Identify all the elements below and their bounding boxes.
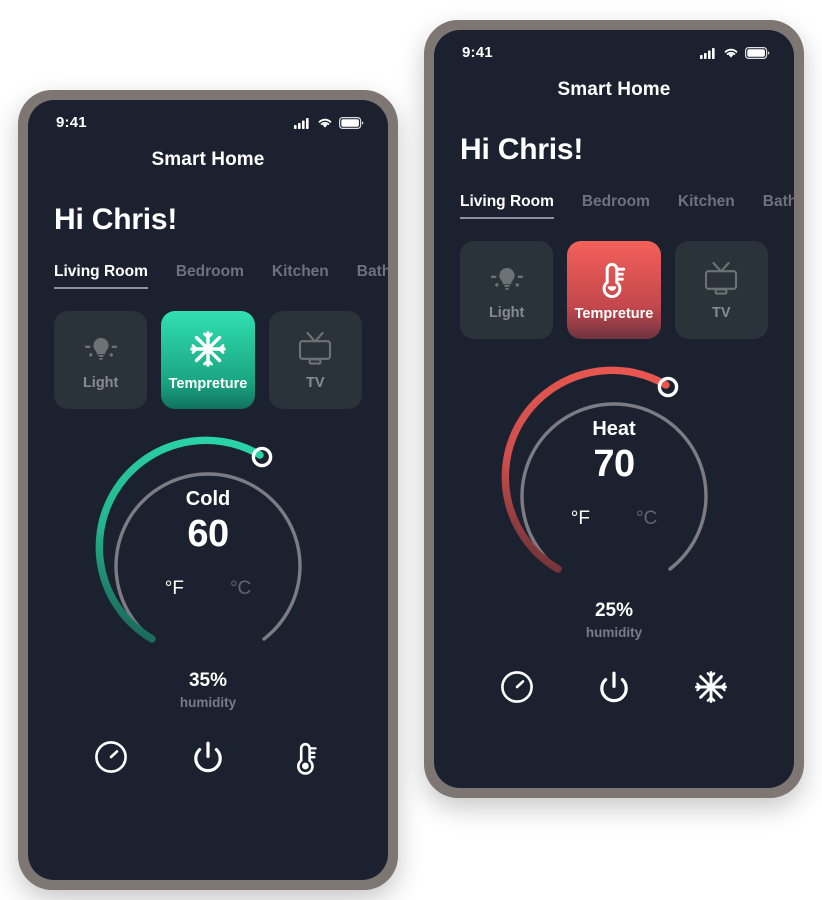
app-title: Smart Home bbox=[557, 79, 671, 100]
thermometer-icon bbox=[593, 258, 635, 300]
action-bar bbox=[28, 738, 388, 776]
phone-screen-left: 9:41 Smart Home Hi Chris! Living Room Be… bbox=[28, 100, 388, 880]
phone-device-right: 9:41 Smart Home Hi Chris! Living Room Be… bbox=[424, 20, 804, 798]
device-card-label: TV bbox=[712, 305, 731, 321]
room-tabs[interactable]: Living Room Bedroom Kitchen Bathro bbox=[434, 193, 794, 219]
temperature-dial[interactable]: Cold 60 °F °C bbox=[90, 427, 326, 664]
device-cards: Light Tempreture TV bbox=[434, 241, 794, 339]
snowflake-icon bbox=[187, 328, 229, 370]
device-cards: Light Tempreture TV bbox=[28, 311, 388, 409]
tv-icon bbox=[294, 329, 336, 369]
humidity-label: humidity bbox=[179, 695, 237, 710]
temperature-dial[interactable]: Heat 70 °F °C bbox=[496, 357, 732, 594]
humidity-label: humidity bbox=[585, 625, 643, 640]
wifi-icon bbox=[724, 48, 738, 58]
greeting-text: Hi Chris! bbox=[54, 203, 178, 236]
humidity-value: 35% bbox=[188, 670, 228, 691]
device-card-light[interactable]: Light bbox=[460, 241, 554, 339]
status-time: 9:41 bbox=[462, 44, 493, 61]
signal-icon bbox=[294, 117, 309, 129]
device-card-light[interactable]: Light bbox=[54, 311, 148, 409]
device-card-temperature[interactable]: Tempreture bbox=[567, 241, 661, 339]
humidity-value: 25% bbox=[594, 600, 634, 621]
device-card-label: Tempreture bbox=[168, 376, 248, 392]
humidity-block: 35% humidity bbox=[28, 670, 388, 710]
tab-living-room[interactable]: Living Room bbox=[460, 193, 554, 219]
light-bulb-icon bbox=[81, 329, 121, 369]
app-title: Smart Home bbox=[151, 149, 265, 170]
battery-icon bbox=[339, 116, 364, 129]
status-bar: 9:41 bbox=[28, 100, 388, 131]
signal-icon bbox=[700, 47, 715, 59]
tab-living-room[interactable]: Living Room bbox=[54, 263, 148, 289]
wifi-icon bbox=[318, 118, 332, 128]
tab-kitchen[interactable]: Kitchen bbox=[272, 263, 329, 287]
battery-icon bbox=[745, 46, 770, 59]
status-icons bbox=[700, 46, 770, 59]
device-card-label: Light bbox=[488, 305, 525, 321]
light-bulb-icon bbox=[487, 259, 527, 299]
status-time: 9:41 bbox=[56, 114, 87, 131]
device-card-label: TV bbox=[306, 375, 325, 391]
phone-device-left: 9:41 Smart Home Hi Chris! Living Room Be… bbox=[18, 90, 398, 890]
temperature-dial-wrap: Heat 70 °F °C bbox=[434, 357, 794, 594]
room-tabs[interactable]: Living Room Bedroom Kitchen Bathro bbox=[28, 263, 388, 289]
timer-button[interactable] bbox=[498, 668, 536, 706]
snowflake-button[interactable] bbox=[692, 668, 730, 706]
tab-bedroom[interactable]: Bedroom bbox=[582, 193, 650, 217]
tab-kitchen[interactable]: Kitchen bbox=[678, 193, 735, 217]
action-bar bbox=[434, 668, 794, 706]
device-card-tv[interactable]: TV bbox=[674, 241, 768, 339]
device-card-label: Tempreture bbox=[574, 306, 654, 322]
power-button[interactable] bbox=[189, 738, 227, 776]
phone-screen-right: 9:41 Smart Home Hi Chris! Living Room Be… bbox=[434, 30, 794, 788]
tv-icon bbox=[700, 259, 742, 299]
status-icons bbox=[294, 116, 364, 129]
device-card-label: Light bbox=[82, 375, 119, 391]
power-button[interactable] bbox=[595, 668, 633, 706]
tab-bathroom[interactable]: Bathro bbox=[763, 193, 794, 217]
device-card-temperature[interactable]: Tempreture bbox=[161, 311, 255, 409]
timer-button[interactable] bbox=[92, 738, 130, 776]
humidity-block: 25% humidity bbox=[434, 600, 794, 640]
tab-bathroom[interactable]: Bathro bbox=[357, 263, 388, 287]
tab-bedroom[interactable]: Bedroom bbox=[176, 263, 244, 287]
status-bar: 9:41 bbox=[434, 30, 794, 61]
temperature-dial-wrap: Cold 60 °F °C bbox=[28, 427, 388, 664]
device-card-tv[interactable]: TV bbox=[268, 311, 362, 409]
thermometer-button[interactable] bbox=[286, 738, 324, 776]
greeting-text: Hi Chris! bbox=[460, 133, 584, 166]
